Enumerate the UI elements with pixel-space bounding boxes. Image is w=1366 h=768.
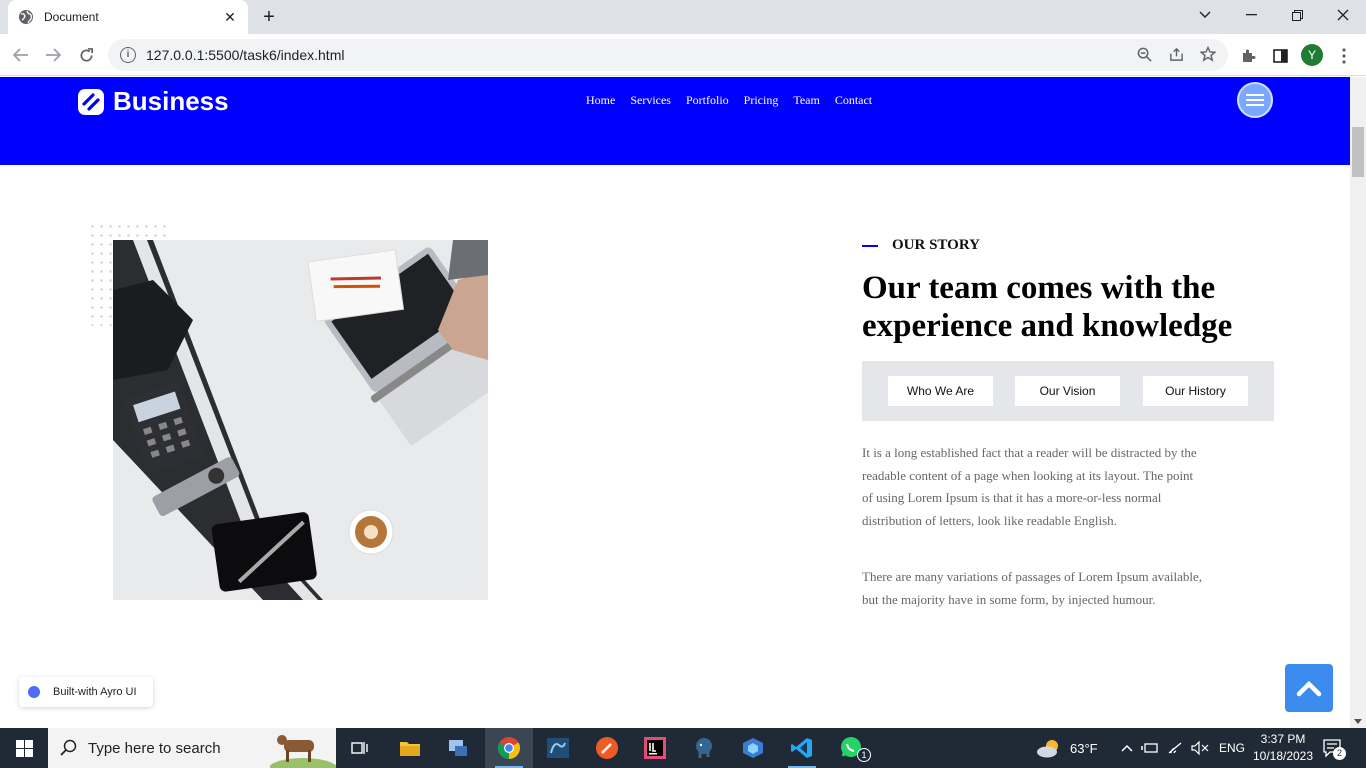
tab-our-history[interactable]: Our History	[1143, 376, 1248, 406]
section-eyebrow: OUR STORY	[862, 237, 980, 254]
nav-team[interactable]: Team	[793, 93, 819, 108]
back-to-top-button[interactable]	[1285, 664, 1333, 712]
page-scrollbar[interactable]	[1350, 77, 1366, 728]
chrome-icon[interactable]	[485, 728, 533, 768]
search-placeholder: Type here to search	[88, 739, 221, 757]
brand[interactable]: Business	[78, 86, 229, 117]
heading-line-1: Our team comes with the	[862, 270, 1216, 306]
tab-our-vision[interactable]: Our Vision	[1015, 376, 1120, 406]
nav-portfolio[interactable]: Portfolio	[686, 93, 729, 108]
cloudy-weather-icon	[1037, 740, 1058, 758]
wifi-icon[interactable]	[1167, 741, 1183, 755]
nav-pricing[interactable]: Pricing	[744, 93, 779, 108]
mysql-workbench-icon[interactable]	[534, 728, 582, 768]
search-icon	[60, 739, 77, 756]
story-paragraph-1: It is a long established fact that a rea…	[862, 442, 1222, 532]
brand-logo-icon	[78, 88, 104, 115]
story-paragraph-2: There are many variations of passages of…	[862, 566, 1222, 611]
reload-icon[interactable]	[73, 42, 99, 68]
task-view-icon[interactable]	[336, 728, 384, 768]
share-icon[interactable]	[1166, 44, 1186, 64]
restore-button[interactable]	[1274, 0, 1320, 30]
windows-logo-icon	[15, 739, 33, 757]
browser-toolbar: i 127.0.0.1:5500/task6/index.html Y	[0, 34, 1366, 76]
volume-muted-icon[interactable]	[1191, 741, 1209, 755]
nav-home[interactable]: Home	[586, 93, 615, 108]
postgresql-icon[interactable]	[680, 728, 728, 768]
notification-center-icon[interactable]: 2	[1322, 728, 1346, 768]
forward-icon[interactable]	[40, 42, 66, 68]
tab-who-we-are[interactable]: Who We Are	[888, 376, 993, 406]
paragraph-line: readable content of a page when looking …	[862, 467, 1194, 483]
browser-tab[interactable]: Document ✕	[8, 0, 248, 34]
scrollbar-thumb[interactable]	[1352, 127, 1364, 177]
ayro-badge-text: Built-with Ayro UI	[53, 686, 137, 698]
profile-avatar[interactable]: Y	[1301, 44, 1323, 66]
heading-line-2: experience and knowledge	[862, 308, 1233, 344]
paragraph-line: of using Lorem Ipsum is that it has a mo…	[862, 490, 1162, 505]
globe-icon	[19, 10, 33, 24]
clock-date: 10/18/2023	[1252, 749, 1314, 763]
tab-close-icon[interactable]: ✕	[222, 9, 238, 25]
page-viewport: Business Home Services Portfolio Pricing…	[0, 77, 1350, 728]
browser-menu-icon[interactable]	[1334, 46, 1354, 66]
zoom-icon[interactable]	[1134, 44, 1154, 64]
brand-name: Business	[113, 86, 229, 116]
main-nav: Home Services Portfolio Pricing Team Con…	[586, 93, 872, 108]
nav-contact[interactable]: Contact	[835, 93, 872, 108]
office-desk-photo	[113, 240, 488, 600]
taskbar-search[interactable]: Type here to search	[48, 728, 336, 768]
ayro-badge[interactable]: Built-with Ayro UI	[19, 677, 153, 707]
whatsapp-badge: 1	[857, 748, 871, 762]
weather-widget[interactable]: 63°F	[1036, 728, 1098, 768]
chevron-up-icon[interactable]	[1121, 744, 1133, 752]
battery-icon[interactable]	[1141, 741, 1159, 755]
network-app-icon[interactable]	[434, 728, 482, 768]
postman-icon[interactable]	[583, 728, 631, 768]
site-info-icon[interactable]: i	[120, 47, 136, 63]
intellij-icon[interactable]	[631, 728, 679, 768]
input-language[interactable]: ENG	[1219, 728, 1245, 768]
system-clock[interactable]: 3:37 PM 10/18/2023	[1250, 731, 1316, 765]
power-automate-icon[interactable]	[729, 728, 777, 768]
system-tray	[1121, 728, 1209, 768]
browser-tab-strip: Document ✕ +	[0, 0, 1366, 34]
bookmark-star-icon[interactable]	[1198, 44, 1218, 64]
address-bar[interactable]: i 127.0.0.1:5500/task6/index.html	[108, 39, 1228, 71]
close-window-button[interactable]	[1320, 0, 1366, 30]
story-tabs: Who We Are Our Vision Our History	[862, 361, 1274, 421]
chevron-up-icon	[1296, 680, 1322, 697]
clock-time: 3:37 PM	[1260, 732, 1306, 746]
section-heading: Our team comes with the experience and k…	[862, 269, 1292, 345]
nav-services[interactable]: Services	[630, 93, 671, 108]
whatsapp-icon[interactable]: 1	[828, 728, 876, 768]
minimize-button[interactable]	[1228, 0, 1274, 30]
weather-temp: 63°F	[1070, 740, 1098, 756]
windows-taskbar: Type here to search 1 63°F ENG 3:37 PM 1…	[0, 728, 1366, 768]
notification-count: 2	[1333, 747, 1346, 760]
search-highlight-illustration	[270, 735, 336, 768]
tab-title: Document	[44, 10, 99, 24]
paragraph-line: There are many variations of passages of…	[862, 569, 1203, 584]
eyebrow-text: OUR STORY	[892, 237, 980, 253]
site-header: Business Home Services Portfolio Pricing…	[0, 77, 1350, 165]
start-button[interactable]	[0, 728, 48, 768]
ayro-logo-icon	[28, 686, 40, 698]
paragraph-line: distribution of letters, look like reada…	[862, 512, 1117, 528]
new-tab-button[interactable]: +	[258, 6, 280, 28]
url-text[interactable]: 127.0.0.1:5500/task6/index.html	[146, 47, 344, 63]
side-panel-icon[interactable]	[1270, 46, 1290, 66]
paragraph-line: but the majority have in some form, by i…	[862, 591, 1156, 607]
extensions-icon[interactable]	[1238, 46, 1258, 66]
file-explorer-icon[interactable]	[386, 728, 434, 768]
paragraph-line: It is a long established fact that a rea…	[862, 445, 1197, 460]
menu-toggle-icon[interactable]	[1237, 82, 1273, 118]
vscode-icon[interactable]	[778, 728, 826, 768]
scroll-down-arrow-icon[interactable]	[1354, 719, 1362, 724]
back-icon[interactable]	[8, 42, 34, 68]
eyebrow-accent-bar	[862, 244, 878, 247]
tab-search-icon[interactable]	[1182, 0, 1228, 30]
